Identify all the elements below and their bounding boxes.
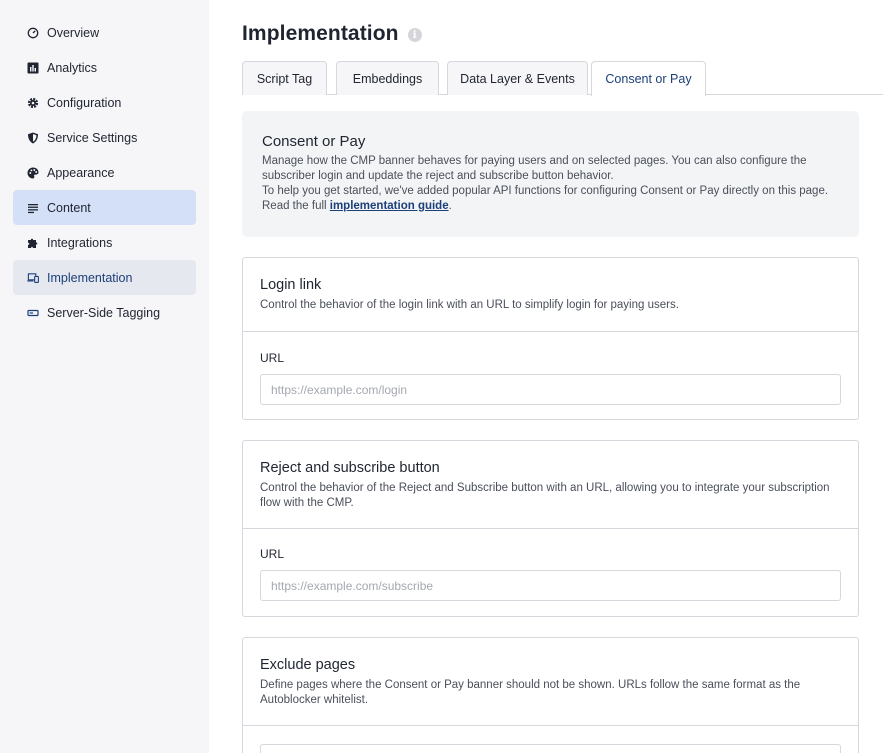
sidebar-item-label: Overview — [47, 25, 100, 40]
reject-subscribe-card: Reject and subscribe button Control the … — [242, 440, 859, 617]
sidebar: Overview Analytics Configuration Service… — [0, 0, 209, 753]
sidebar-item-analytics[interactable]: Analytics — [13, 50, 196, 85]
sidebar-item-label: Content — [47, 200, 91, 215]
url-label: URL — [260, 547, 285, 561]
page-title: Implementation — [242, 22, 399, 45]
sidebar-item-integrations[interactable]: Integrations — [13, 225, 196, 260]
tab-label: Embeddings — [352, 71, 423, 86]
sidebar-item-configuration[interactable]: Configuration — [13, 85, 196, 120]
exclude-pages-input[interactable] — [260, 744, 841, 753]
tab-consent-or-pay[interactable]: Consent or Pay — [591, 61, 706, 96]
url-label: URL — [260, 351, 285, 365]
devices-icon — [27, 272, 39, 284]
tab-label: Consent or Pay — [605, 72, 692, 86]
tab-data-layer-events[interactable]: Data Layer & Events — [447, 61, 588, 95]
sidebar-item-implementation[interactable]: Implementation — [13, 260, 196, 295]
card-title: Exclude pages — [260, 657, 356, 673]
server-icon — [27, 307, 39, 319]
sidebar-item-label: Service Settings — [47, 130, 138, 145]
implementation-guide-link[interactable]: implementation guide — [330, 200, 449, 212]
tab-script-tag[interactable]: Script Tag — [242, 61, 327, 95]
card-body: URL — [243, 529, 858, 601]
login-url-input[interactable] — [260, 374, 841, 405]
gauge-icon — [27, 27, 39, 39]
login-link-card: Login link Control the behavior of the l… — [242, 257, 859, 420]
tab-bar: Script Tag Embeddings Data Layer & Event… — [242, 61, 883, 96]
card-header: Exclude pages Define pages where the Con… — [243, 638, 858, 726]
sidebar-item-appearance[interactable]: Appearance — [13, 155, 196, 190]
tab-embeddings[interactable]: Embeddings — [336, 61, 439, 95]
intro-guide-text: To help you get started, we've added pop… — [262, 184, 839, 214]
card-header: Reject and subscribe button Control the … — [243, 441, 858, 529]
puzzle-icon — [27, 237, 39, 249]
card-title: Reject and subscribe button — [260, 460, 440, 476]
card-description: Define pages where the Consent or Pay ba… — [260, 679, 801, 706]
sidebar-item-service-settings[interactable]: Service Settings — [13, 120, 196, 155]
sidebar-item-label: Configuration — [47, 95, 122, 110]
sidebar-item-overview[interactable]: Overview — [13, 15, 196, 50]
tab-label: Data Layer & Events — [460, 71, 575, 86]
intro-title: Consent or Pay — [262, 133, 366, 150]
sidebar-item-label: Analytics — [47, 60, 98, 75]
card-description: Control the behavior of the login link w… — [260, 299, 679, 311]
info-icon[interactable]: i — [407, 28, 422, 42]
intro-description: Manage how the CMP banner behaves for pa… — [262, 155, 807, 182]
sidebar-item-server-side-tagging[interactable]: Server-Side Tagging — [13, 295, 196, 330]
palette-icon — [27, 167, 39, 179]
tab-label: Script Tag — [256, 71, 313, 86]
lines-icon — [27, 202, 39, 214]
sidebar-item-label: Server-Side Tagging — [47, 305, 161, 320]
card-description: Control the behavior of the Reject and S… — [260, 482, 830, 509]
page-header: Implementation i — [242, 22, 422, 46]
shield-icon — [27, 132, 39, 144]
intro-guide-suffix: . — [448, 200, 452, 212]
card-body — [243, 726, 858, 753]
exclude-pages-card: Exclude pages Define pages where the Con… — [242, 637, 859, 753]
sidebar-item-label: Appearance — [47, 165, 115, 180]
sidebar-item-content[interactable]: Content — [13, 190, 196, 225]
bar-chart-icon — [27, 62, 39, 74]
gear-icon — [27, 97, 39, 109]
sidebar-item-label: Implementation — [47, 270, 133, 285]
card-header: Login link Control the behavior of the l… — [243, 258, 858, 332]
subscribe-url-input[interactable] — [260, 570, 841, 601]
intro-panel: Consent or Pay Manage how the CMP banner… — [242, 111, 859, 237]
card-title: Login link — [260, 277, 322, 293]
card-body: URL — [243, 332, 858, 405]
sidebar-item-label: Integrations — [47, 235, 113, 250]
